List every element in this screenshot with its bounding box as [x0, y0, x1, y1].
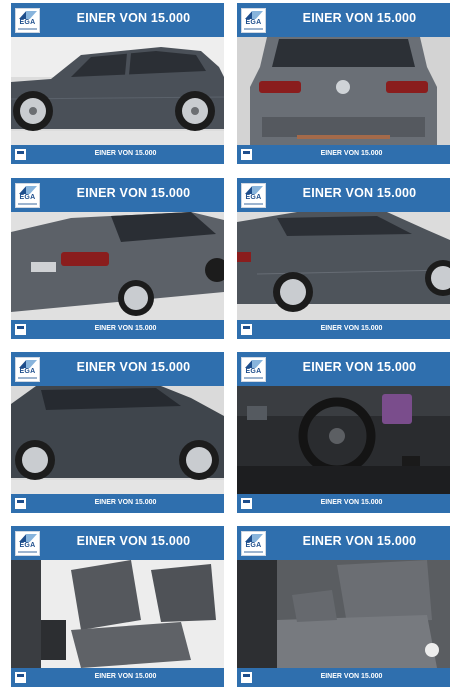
card-banner: EGA EINER VON 15.000	[237, 526, 450, 560]
car-side-right-photo	[237, 212, 450, 320]
card-footer: EINER VON 15.000	[237, 668, 450, 687]
banner-title: EINER VON 15.000	[302, 186, 417, 200]
gallery-card[interactable]: EGA EINER VON 15.000 EINER VON 15.000	[237, 3, 450, 164]
card-caption: EINER VON 15.000	[320, 150, 383, 157]
photo-gallery: EGA EINER VON 15.000 EINER VON 15.000 EG	[0, 0, 450, 687]
banner-title: EINER VON 15.000	[76, 534, 191, 548]
card-footer: EINER VON 15.000	[237, 320, 450, 339]
ega-logo: EGA	[241, 8, 266, 33]
card-caption: EINER VON 15.000	[94, 673, 157, 680]
car-rear-three-quarter-photo	[11, 212, 224, 320]
banner-title: EINER VON 15.000	[76, 360, 191, 374]
card-footer: EINER VON 15.000	[11, 668, 224, 687]
banner-title: EINER VON 15.000	[302, 534, 417, 548]
card-banner: EGA EINER VON 15.000	[11, 178, 224, 212]
card-banner: EGA EINER VON 15.000	[237, 352, 450, 386]
ega-mini-logo	[15, 672, 26, 683]
ega-logo: EGA	[15, 8, 40, 33]
card-caption: EINER VON 15.000	[320, 673, 383, 680]
card-footer: EINER VON 15.000	[11, 145, 224, 164]
card-banner: EGA EINER VON 15.000	[11, 3, 224, 37]
gallery-card[interactable]: EGA EINER VON 15.000 EINER VON 15.000	[11, 3, 224, 164]
ega-logo: EGA	[15, 531, 40, 556]
card-caption: EINER VON 15.000	[94, 150, 157, 157]
ega-logo: EGA	[241, 183, 266, 208]
ega-logo: EGA	[15, 357, 40, 382]
gallery-card[interactable]: EGA EINER VON 15.000 EINER VON 15.000	[237, 526, 450, 687]
card-banner: EGA EINER VON 15.000	[11, 352, 224, 386]
gallery-card[interactable]: EGA EINER VON 15.000 EINER VON 15.000	[11, 178, 224, 339]
gallery-card[interactable]: EGA EINER VON 15.000 EINER VON 15.000	[237, 178, 450, 339]
ega-logo: EGA	[15, 183, 40, 208]
ega-mini-logo	[241, 324, 252, 335]
front-seats-photo	[11, 560, 224, 668]
card-caption: EINER VON 15.000	[320, 325, 383, 332]
banner-title: EINER VON 15.000	[76, 186, 191, 200]
ega-mini-logo	[241, 498, 252, 509]
ega-mini-logo	[15, 324, 26, 335]
card-footer: EINER VON 15.000	[11, 320, 224, 339]
banner-title: EINER VON 15.000	[302, 11, 417, 25]
banner-title: EINER VON 15.000	[302, 360, 417, 374]
gallery-card[interactable]: EGA EINER VON 15.000 EINER VON 15.000	[11, 526, 224, 687]
card-banner: EGA EINER VON 15.000	[11, 526, 224, 560]
card-banner: EGA EINER VON 15.000	[237, 178, 450, 212]
card-footer: EINER VON 15.000	[11, 494, 224, 513]
banner-title: EINER VON 15.000	[76, 11, 191, 25]
card-footer: EINER VON 15.000	[237, 145, 450, 164]
ega-mini-logo	[241, 672, 252, 683]
gallery-card[interactable]: EGA EINER VON 15.000 EINER VON 15.000	[11, 352, 224, 513]
card-caption: EINER VON 15.000	[94, 499, 157, 506]
rear-seats-photo	[237, 560, 450, 668]
ega-mini-logo	[241, 149, 252, 160]
card-banner: EGA EINER VON 15.000	[237, 3, 450, 37]
car-rear-photo	[237, 37, 450, 145]
ega-mini-logo	[15, 149, 26, 160]
car-side-left-photo	[11, 37, 224, 145]
card-caption: EINER VON 15.000	[94, 325, 157, 332]
ega-logo: EGA	[241, 531, 266, 556]
dashboard-interior-photo	[237, 386, 450, 494]
ega-logo: EGA	[241, 357, 266, 382]
ega-mini-logo	[15, 498, 26, 509]
gallery-card[interactable]: EGA EINER VON 15.000 EINER VON 15.000	[237, 352, 450, 513]
car-side-left-2-photo	[11, 386, 224, 494]
card-footer: EINER VON 15.000	[237, 494, 450, 513]
card-caption: EINER VON 15.000	[320, 499, 383, 506]
